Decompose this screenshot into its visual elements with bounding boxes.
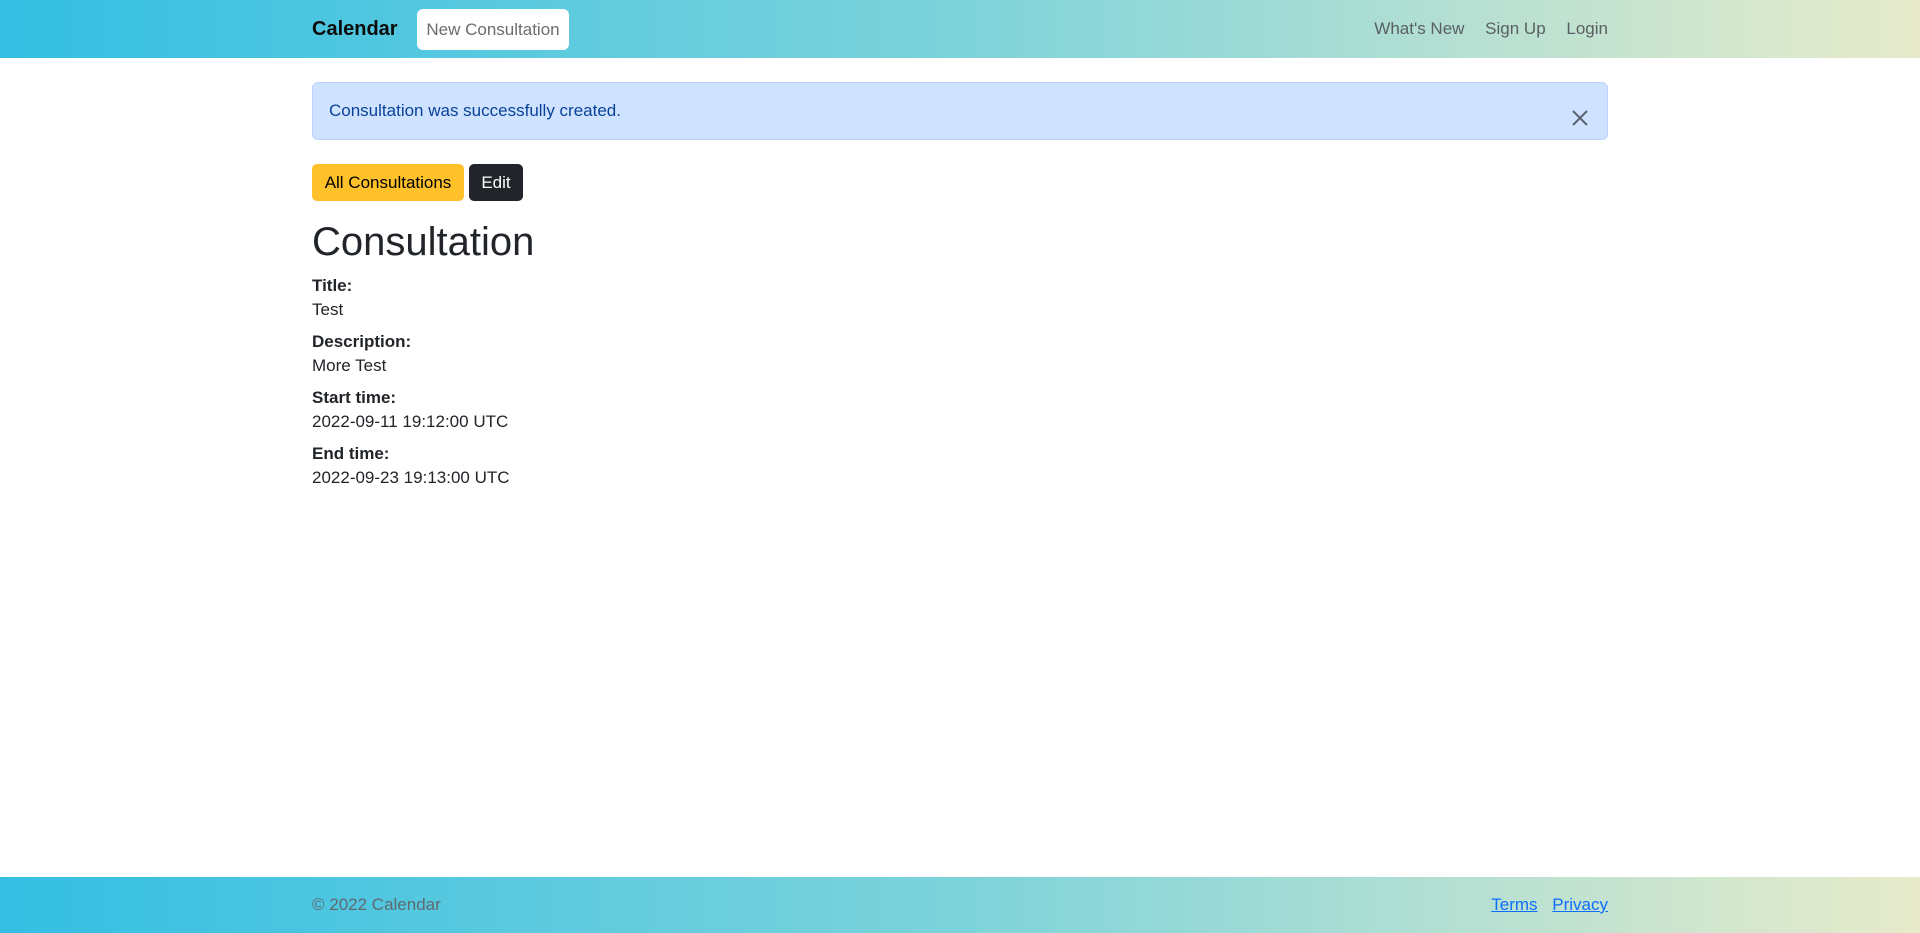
action-buttons: All Consultations Edit (312, 164, 523, 201)
navbar-inner: Calendar New Consultation What's New Sig… (312, 0, 1608, 58)
navbar: Calendar New Consultation What's New Sig… (0, 0, 1920, 58)
field-value: 2022-09-23 19:13:00 UTC (312, 468, 510, 487)
field-value: 2022-09-11 19:12:00 UTC (312, 412, 509, 431)
page-title: Consultation (312, 220, 535, 264)
brand-link[interactable]: Calendar (312, 17, 398, 41)
success-alert: Consultation was successfully created. (312, 82, 1608, 140)
field-value: More Test (312, 356, 387, 375)
field-description: Description: More Test (312, 330, 411, 378)
privacy-link[interactable]: Privacy (1552, 895, 1608, 914)
field-title: Title: Test (312, 274, 352, 322)
nav-link-whats-new[interactable]: What's New (1374, 19, 1464, 38)
field-start-time: Start time: 2022-09-11 19:12:00 UTC (312, 386, 508, 434)
field-label: End time: (312, 444, 390, 463)
field-label: Description: (312, 332, 412, 351)
terms-link[interactable]: Terms (1491, 895, 1537, 914)
nav-right-links: What's New Sign Up Login (1358, 17, 1608, 41)
edit-button[interactable]: Edit (469, 164, 523, 201)
footer: © 2022 Calendar Terms Privacy (0, 877, 1920, 933)
alert-message: Consultation was successfully created. (329, 101, 621, 120)
nav-link-sign-up[interactable]: Sign Up (1485, 19, 1545, 38)
all-consultations-button[interactable]: All Consultations (312, 164, 464, 201)
nav-link-login[interactable]: Login (1566, 19, 1608, 38)
field-label: Title: (312, 276, 353, 295)
field-value: Test (312, 300, 344, 319)
footer-copyright: © 2022 Calendar (312, 895, 441, 914)
field-label: Start time: (312, 388, 397, 407)
field-end-time: End time: 2022-09-23 19:13:00 UTC (312, 442, 510, 490)
new-consultation-link[interactable]: New Consultation (417, 9, 569, 50)
close-icon[interactable] (1567, 98, 1593, 126)
footer-links: Terms Privacy (1481, 893, 1608, 917)
